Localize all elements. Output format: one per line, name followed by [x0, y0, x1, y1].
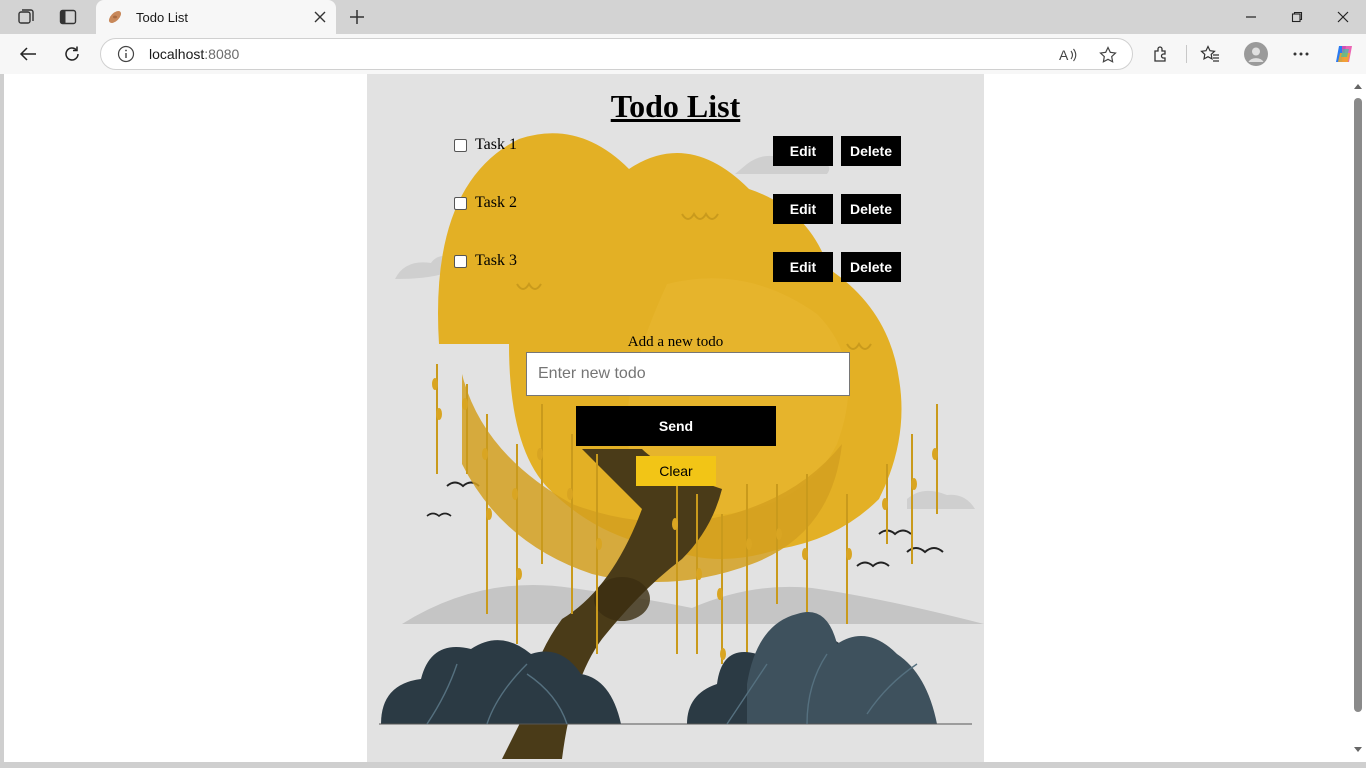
scroll-down-arrow-icon[interactable] [1353, 746, 1363, 754]
tab-title: Todo List [136, 9, 189, 25]
site-info-icon[interactable] [117, 45, 135, 63]
page-title: Todo List [610, 88, 741, 124]
url-port: :8080 [204, 46, 240, 62]
read-aloud-icon[interactable]: A [1056, 43, 1080, 67]
close-window-icon[interactable] [1331, 5, 1355, 29]
edit-button[interactable]: Edit [773, 194, 833, 224]
task-label: Task 2 [475, 194, 517, 211]
favorites-icon[interactable] [1197, 42, 1223, 66]
peanut-icon [106, 8, 124, 26]
new-tab-button[interactable] [346, 7, 368, 27]
task-label: Task 1 [475, 136, 517, 153]
delete-button[interactable]: Delete [841, 136, 901, 166]
task-checkbox[interactable] [454, 255, 467, 268]
more-menu-icon[interactable] [1288, 42, 1314, 66]
svg-text:A: A [1059, 47, 1069, 63]
minimize-icon[interactable] [1239, 5, 1263, 29]
url-host: localhost [149, 46, 205, 62]
vertical-scrollbar[interactable] [1350, 74, 1366, 762]
refresh-icon[interactable] [59, 42, 85, 66]
clear-button[interactable]: Clear [636, 456, 716, 486]
add-todo-label: Add a new todo [627, 334, 724, 350]
edit-button[interactable]: Edit [773, 136, 833, 166]
address-bar[interactable]: localhost:8080 A [100, 38, 1133, 70]
copilot-icon[interactable] [1331, 42, 1357, 66]
delete-button[interactable]: Delete [841, 252, 901, 282]
close-tab-icon[interactable] [312, 9, 328, 25]
scroll-up-arrow-icon[interactable] [1353, 82, 1363, 90]
new-todo-input[interactable] [526, 352, 850, 396]
url-text: localhost:8080 [149, 46, 239, 62]
scroll-thumb[interactable] [1354, 98, 1362, 712]
send-button[interactable]: Send [576, 406, 776, 446]
back-icon[interactable] [15, 42, 41, 66]
browser-tab-bar: Todo List [0, 0, 1366, 34]
browser-tab-active[interactable]: Todo List [96, 0, 336, 34]
todo-item: Task 2 Edit Delete [454, 194, 914, 226]
profile-avatar[interactable] [1243, 42, 1269, 66]
delete-button[interactable]: Delete [841, 194, 901, 224]
workspaces-icon[interactable] [15, 7, 37, 27]
vertical-tabs-icon[interactable] [57, 7, 79, 27]
browser-toolbar: localhost:8080 A [0, 34, 1366, 74]
favorite-star-icon[interactable] [1096, 43, 1120, 67]
extensions-icon[interactable] [1148, 42, 1174, 66]
toolbar-separator [1186, 45, 1187, 63]
todo-item: Task 3 Edit Delete [454, 252, 914, 284]
edit-button[interactable]: Edit [773, 252, 833, 282]
restore-icon[interactable] [1285, 5, 1309, 29]
todo-app-container: Todo List Task 1 Edit Delete Task 2 Edit… [367, 74, 984, 762]
todo-item: Task 1 Edit Delete [454, 136, 914, 168]
task-label: Task 3 [475, 252, 517, 269]
task-checkbox[interactable] [454, 197, 467, 210]
task-checkbox[interactable] [454, 139, 467, 152]
page-viewport: Todo List Task 1 Edit Delete Task 2 Edit… [4, 74, 1366, 762]
